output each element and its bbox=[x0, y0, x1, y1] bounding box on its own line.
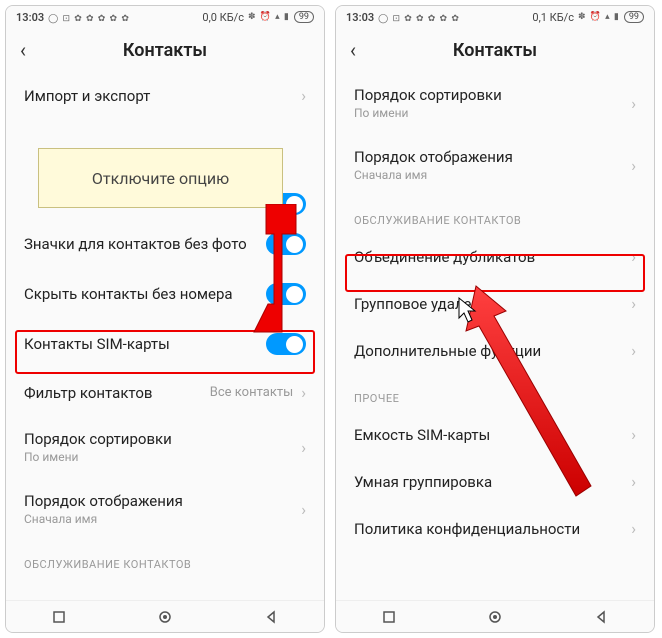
status-icons-right: ✽ ⏰ ▴ ▮ bbox=[248, 12, 290, 22]
toggle[interactable] bbox=[266, 283, 306, 305]
label: Порядок сортировки bbox=[24, 430, 301, 448]
status-icons-right: ✽ ⏰ ▴ ▮ bbox=[578, 12, 620, 22]
callout-tooltip: Отключите опцию bbox=[38, 148, 283, 208]
value: Все контакты bbox=[210, 385, 293, 400]
label: Импорт и экспорт bbox=[24, 87, 301, 105]
page-title: Контакты bbox=[40, 40, 290, 61]
status-battery: 99 bbox=[294, 11, 314, 23]
header: ‹ Контакты bbox=[336, 28, 654, 72]
phone-right: 13:03 ◯ ⊡ ✿ ✿ ✿ ✿ ✿ 0,1 КБ/с ✽ ⏰ ▴ ▮ 99 … bbox=[335, 5, 655, 633]
label: Порядок отображения bbox=[24, 492, 301, 510]
callout-text: Отключите опцию bbox=[92, 169, 229, 188]
status-time: 13:03 bbox=[346, 11, 374, 24]
section-header-service: ОБСЛУЖИВАНИЕ КОНТАКТОВ bbox=[6, 540, 324, 577]
status-battery: 99 bbox=[624, 11, 644, 23]
label: Емкость SIM-карты bbox=[354, 426, 631, 444]
sublabel: Сначала имя bbox=[354, 168, 631, 182]
row-sort[interactable]: Порядок сортировки По имени › bbox=[336, 72, 654, 134]
nav-home-icon[interactable] bbox=[158, 610, 172, 624]
chevron-right-icon: › bbox=[301, 383, 306, 402]
label: Групповое удаление bbox=[354, 295, 631, 313]
status-net: 0,0 КБ/с bbox=[202, 11, 244, 24]
page-title: Контакты bbox=[370, 40, 620, 61]
section-header-service: ОБСЛУЖИВАНИЕ КОНТАКТОВ bbox=[336, 196, 654, 233]
statusbar: 13:03 ◯ ⊡ ✿ ✿ ✿ ✿ ✿ 0,0 КБ/с ✽ ⏰ ▴ ▮ 99 bbox=[6, 6, 324, 28]
navbar bbox=[336, 600, 654, 632]
nav-back-icon[interactable] bbox=[264, 610, 278, 624]
chevron-right-icon: › bbox=[301, 438, 306, 457]
nav-recent-icon[interactable] bbox=[52, 610, 66, 624]
chevron-right-icon: › bbox=[301, 500, 306, 519]
chevron-right-icon: › bbox=[301, 86, 306, 105]
label: Скрыть контакты без номера bbox=[24, 285, 266, 303]
row-privacy[interactable]: Политика конфиденциальности › bbox=[336, 505, 654, 552]
phone-left: 13:03 ◯ ⊡ ✿ ✿ ✿ ✿ ✿ 0,0 КБ/с ✽ ⏰ ▴ ▮ 99 … bbox=[5, 5, 325, 633]
nav-home-icon[interactable] bbox=[488, 610, 502, 624]
row-display[interactable]: Порядок отображения Сначала имя › bbox=[336, 134, 654, 196]
back-icon[interactable]: ‹ bbox=[20, 38, 40, 62]
status-icons-left: ◯ ⊡ ✿ ✿ ✿ ✿ ✿ bbox=[378, 14, 460, 24]
nav-recent-icon[interactable] bbox=[382, 610, 396, 624]
highlight-box bbox=[345, 254, 645, 292]
chevron-right-icon: › bbox=[631, 94, 636, 113]
sublabel: По имени bbox=[24, 450, 301, 464]
label: Умная группировка bbox=[354, 473, 631, 491]
label: Политика конфиденциальности bbox=[354, 520, 631, 538]
navbar bbox=[6, 600, 324, 632]
label: Порядок отображения bbox=[354, 148, 631, 166]
row-icons-no-photo[interactable]: Значки для контактов без фото bbox=[6, 219, 324, 269]
chevron-right-icon: › bbox=[631, 472, 636, 491]
highlight-box bbox=[15, 330, 315, 374]
chevron-right-icon: › bbox=[631, 294, 636, 313]
toggle[interactable] bbox=[266, 233, 306, 255]
header: ‹ Контакты bbox=[6, 28, 324, 72]
status-net: 0,1 КБ/с bbox=[532, 11, 574, 24]
label: Порядок сортировки bbox=[354, 86, 631, 104]
chevron-right-icon: › bbox=[631, 156, 636, 175]
status-time: 13:03 bbox=[16, 11, 44, 24]
statusbar: 13:03 ◯ ⊡ ✿ ✿ ✿ ✿ ✿ 0,1 КБ/с ✽ ⏰ ▴ ▮ 99 bbox=[336, 6, 654, 28]
row-hide-no-number[interactable]: Скрыть контакты без номера bbox=[6, 269, 324, 319]
sublabel: По имени bbox=[354, 106, 631, 120]
row-sort[interactable]: Порядок сортировки По имени › bbox=[6, 416, 324, 478]
chevron-right-icon: › bbox=[631, 341, 636, 360]
row-additional[interactable]: Дополнительные функции › bbox=[336, 327, 654, 374]
label: Дополнительные функции bbox=[354, 342, 631, 360]
row-smart-group[interactable]: Умная группировка › bbox=[336, 458, 654, 505]
row-sim-capacity[interactable]: Емкость SIM-карты › bbox=[336, 411, 654, 458]
status-icons-left: ◯ ⊡ ✿ ✿ ✿ ✿ ✿ bbox=[48, 14, 130, 24]
section-header-other: ПРОЧЕЕ bbox=[336, 374, 654, 411]
label: Фильтр контактов bbox=[24, 384, 210, 402]
chevron-right-icon: › bbox=[631, 425, 636, 444]
chevron-right-icon: › bbox=[631, 519, 636, 538]
row-import-export[interactable]: Импорт и экспорт › bbox=[6, 72, 324, 119]
settings-list: Порядок сортировки По имени › Порядок от… bbox=[336, 72, 654, 600]
back-icon[interactable]: ‹ bbox=[350, 38, 370, 62]
row-display[interactable]: Порядок отображения Сначала имя › bbox=[6, 478, 324, 540]
label: Значки для контактов без фото bbox=[24, 235, 266, 253]
row-filter[interactable]: Фильтр контактов Все контакты › bbox=[6, 369, 324, 416]
nav-back-icon[interactable] bbox=[594, 610, 608, 624]
sublabel: Сначала имя bbox=[24, 512, 301, 526]
